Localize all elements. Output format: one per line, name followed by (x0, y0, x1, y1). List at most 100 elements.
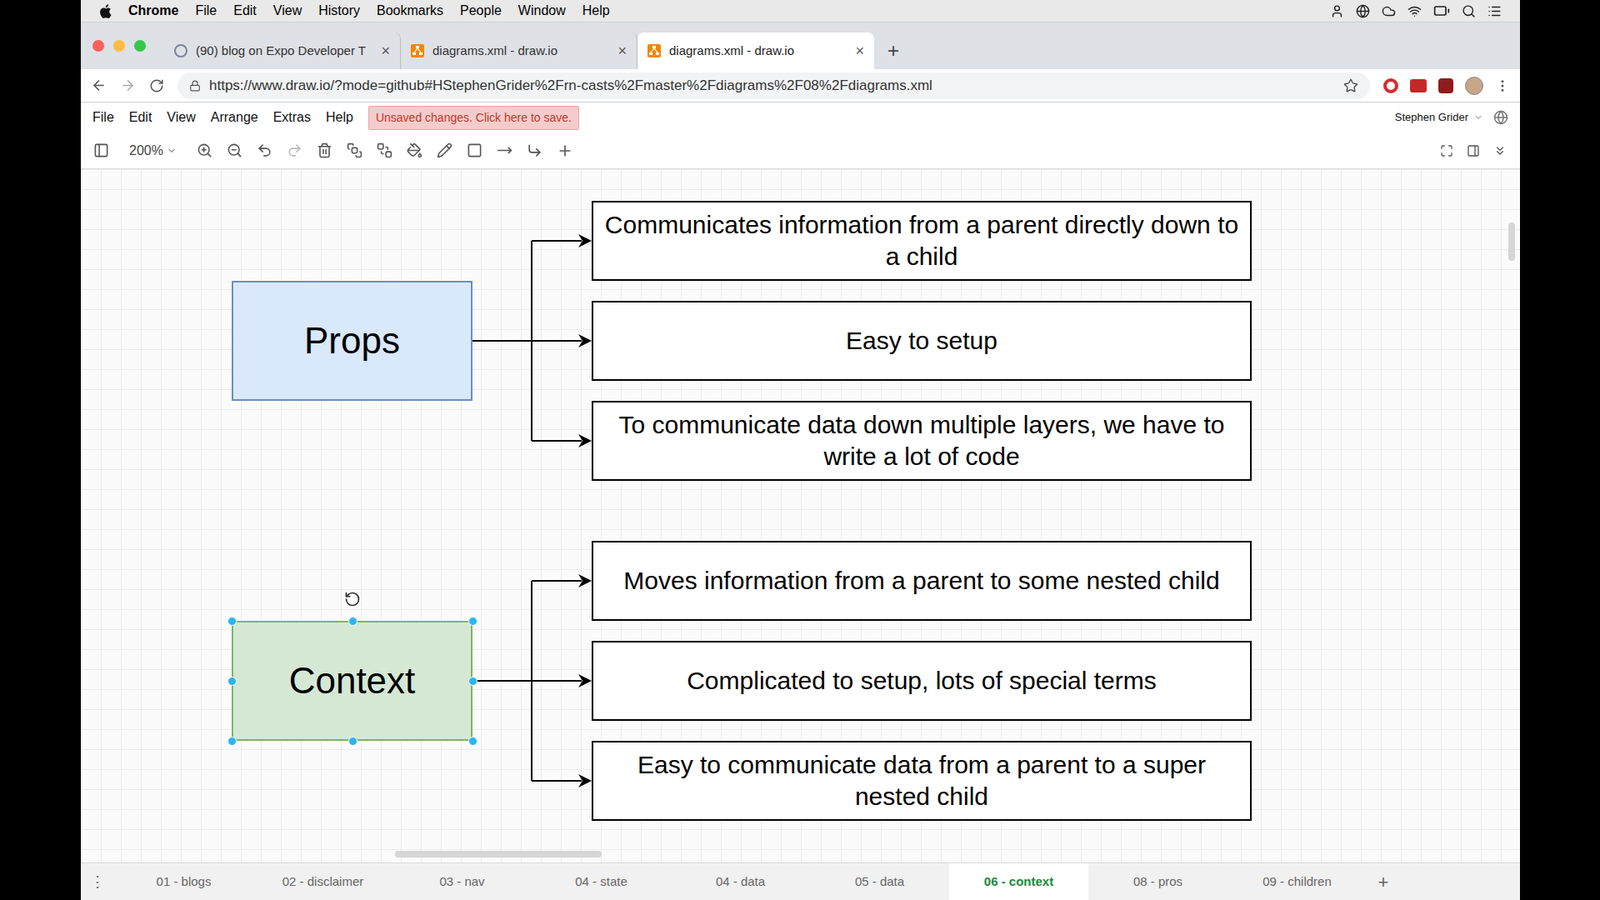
diagram-item-text: Easy to setup (845, 325, 998, 357)
opera-extension-icon[interactable] (1383, 78, 1399, 94)
fullscreen-icon[interactable] (1433, 137, 1460, 165)
selection-handle[interactable] (468, 676, 478, 686)
page-tab[interactable]: 09 - children (1227, 863, 1367, 900)
shield-extension-icon[interactable] (1438, 78, 1454, 94)
diagram-item[interactable]: Complicated to setup, lots of special te… (591, 640, 1252, 721)
browser-tab[interactable]: diagrams.xml - draw.io× (637, 32, 875, 70)
selection-handle[interactable] (348, 616, 358, 626)
selection-handle[interactable] (227, 616, 237, 626)
back-icon[interactable] (90, 77, 107, 94)
diagram-item[interactable]: Moves information from a parent to some … (591, 540, 1252, 621)
line-color-icon[interactable] (431, 137, 459, 165)
rotate-handle-icon[interactable] (344, 590, 361, 608)
zoom-window-icon[interactable] (134, 40, 146, 52)
password-extension-icon[interactable] (1410, 79, 1427, 93)
selection-handle[interactable] (468, 616, 478, 626)
selection-handle[interactable] (348, 736, 358, 746)
app-menu-item[interactable]: Arrange (210, 107, 259, 128)
menubar-item[interactable]: Help (582, 0, 610, 21)
page-tab[interactable]: 03 - nav (392, 863, 532, 900)
menubar-item[interactable]: Bookmarks (376, 0, 444, 21)
app-menu-item[interactable]: Edit (129, 107, 153, 128)
menubar-item[interactable]: File (195, 0, 217, 21)
app-menu-item[interactable]: Extras (273, 107, 311, 128)
undo-icon[interactable] (251, 137, 279, 165)
diagram-item[interactable]: Communicates information from a parent d… (591, 200, 1252, 281)
diagram-node[interactable]: Context (231, 620, 473, 741)
profile-avatar-icon[interactable] (1465, 76, 1484, 95)
menubar-app[interactable]: Chrome (128, 0, 179, 21)
shadow-icon[interactable] (461, 137, 489, 165)
app-menu-item[interactable]: View (166, 107, 195, 128)
language-icon[interactable] (1493, 110, 1509, 125)
zoom-dropdown-icon (166, 145, 177, 156)
format-toggle-icon[interactable] (1460, 137, 1487, 165)
collapse-icon[interactable] (1486, 137, 1514, 165)
address-bar[interactable]: https://www.draw.io/?mode=github#HStephe… (177, 72, 1370, 100)
search-icon[interactable] (1461, 4, 1476, 19)
new-tab-button[interactable]: + (874, 32, 913, 70)
bookmark-star-icon[interactable] (1343, 78, 1359, 94)
browser-tab-title: (90) blog on Expo Developer T (195, 41, 373, 61)
menubar-item[interactable]: People (460, 0, 502, 21)
chrome-menu-icon[interactable] (1495, 78, 1510, 94)
wifi-icon[interactable] (1407, 4, 1422, 19)
globe-icon[interactable] (1355, 4, 1370, 19)
browser-toolbar: https://www.draw.io/?mode=github#HStephe… (80, 69, 1520, 103)
page-tab[interactable]: 08 - pros (1088, 863, 1228, 900)
reload-icon[interactable] (149, 78, 165, 94)
notifications-icon[interactable] (1487, 4, 1502, 19)
app-menu-item[interactable]: File (92, 107, 115, 128)
connection-icon[interactable] (491, 137, 519, 165)
page-tab[interactable]: 01 - blogs (114, 863, 254, 900)
to-front-icon[interactable] (341, 137, 369, 165)
zoom-in-icon[interactable] (191, 137, 219, 165)
page-menu[interactable]: ⋮ (80, 863, 115, 900)
minimize-window-icon[interactable] (113, 40, 125, 52)
browser-tab[interactable]: diagrams.xml - draw.io× (400, 32, 638, 70)
browser-tab-close[interactable]: × (380, 40, 390, 63)
vertical-scrollbar[interactable] (1508, 222, 1515, 261)
delete-icon[interactable] (311, 137, 339, 165)
app-menu-item[interactable]: Help (325, 107, 354, 128)
diagram-node[interactable]: Props (231, 280, 473, 401)
user-icon[interactable] (1330, 4, 1345, 19)
page-tab[interactable]: 05 - data (810, 863, 950, 900)
close-window-icon[interactable] (92, 40, 105, 52)
page-tab[interactable]: 06 - context (949, 863, 1089, 900)
page-tab[interactable]: 02 - disclaimer (253, 863, 393, 900)
selection-handle[interactable] (227, 676, 237, 686)
add-page-button[interactable]: + (1366, 863, 1400, 900)
redo-icon[interactable] (281, 137, 309, 165)
forward-icon[interactable] (120, 77, 136, 94)
menubar-item[interactable]: Window (518, 0, 566, 21)
battery-icon[interactable] (1433, 2, 1450, 20)
horizontal-scrollbar[interactable] (395, 850, 602, 858)
to-back-icon[interactable] (371, 137, 399, 165)
browser-tab-close[interactable]: × (855, 40, 865, 63)
selection-handle[interactable] (468, 736, 478, 746)
drawio-favicon-icon (410, 44, 425, 58)
waypoints-icon[interactable] (521, 137, 549, 165)
apple-icon[interactable] (99, 4, 112, 19)
format-panel-icon[interactable] (87, 137, 115, 165)
menubar-item[interactable]: History (318, 0, 360, 21)
browser-tab[interactable]: (90) blog on Expo Developer T × (164, 32, 401, 70)
diagram-item[interactable]: To communicate data down multiple layers… (591, 400, 1252, 481)
fill-color-icon[interactable] (401, 137, 429, 165)
page-tab[interactable]: 04 - state (531, 863, 671, 900)
browser-tab-close[interactable]: × (617, 40, 627, 63)
insert-icon[interactable] (551, 137, 579, 165)
diagram-item[interactable]: Easy to setup (591, 300, 1252, 381)
zoom-select[interactable]: 200% (117, 140, 189, 161)
menubar-item[interactable]: Edit (233, 0, 257, 21)
menubar-item[interactable]: View (273, 0, 302, 21)
user-area[interactable]: Stephen Grider (1395, 109, 1509, 126)
selection-handle[interactable] (227, 736, 237, 746)
canvas[interactable]: Props Communicates information from a par… (80, 169, 1520, 863)
zoom-out-icon[interactable] (221, 137, 249, 165)
page-tab[interactable]: 04 - data (670, 863, 810, 900)
cloud-icon[interactable] (1381, 4, 1396, 19)
save-notice[interactable]: Unsaved changes. Click here to save. (368, 105, 580, 130)
diagram-item[interactable]: Easy to communicate data from a parent t… (591, 740, 1252, 821)
